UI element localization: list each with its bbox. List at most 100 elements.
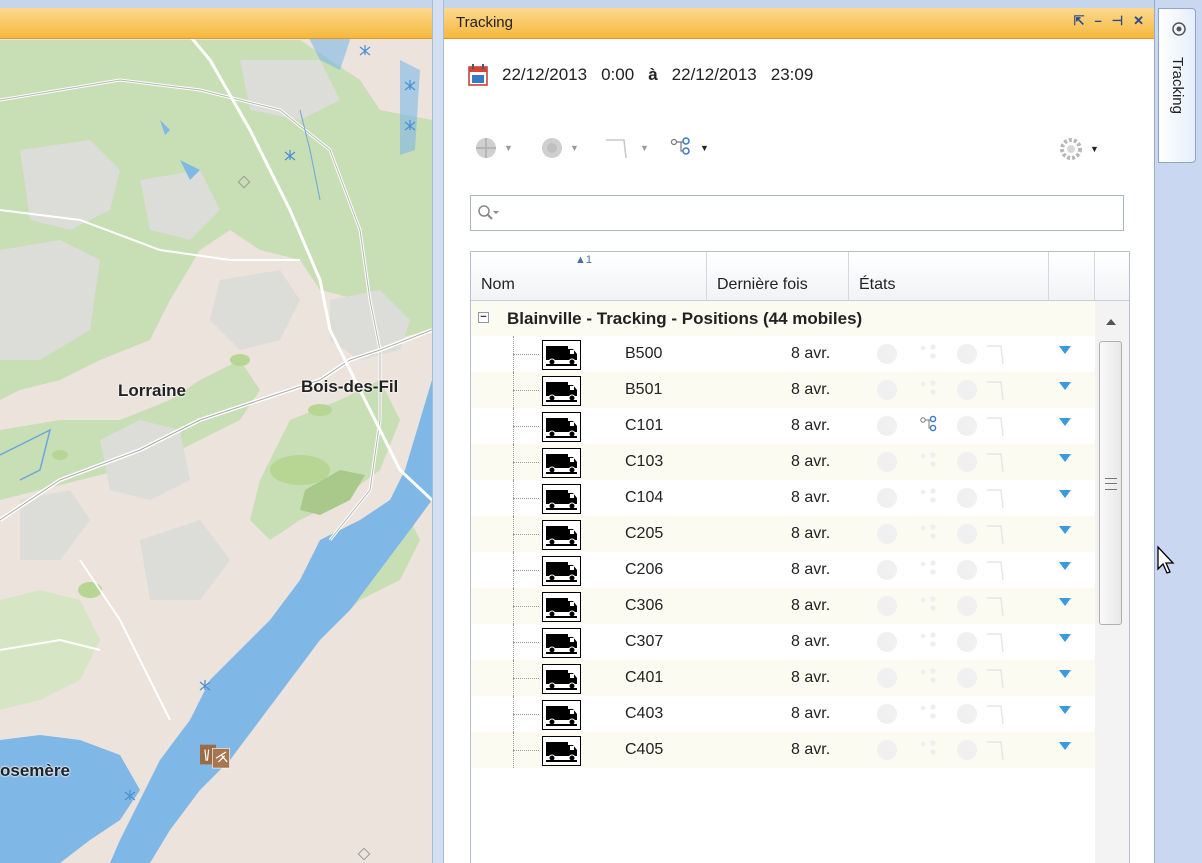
table-row[interactable]: C104 8 avr. <box>471 480 1095 516</box>
state-icons <box>875 594 1035 618</box>
state-icons <box>875 666 1035 690</box>
map-header-bar <box>0 8 432 39</box>
vertical-scrollbar[interactable] <box>1095 301 1129 863</box>
position-filter-button[interactable]: ▼ <box>474 136 513 160</box>
table-row[interactable]: C205 8 avr. <box>471 516 1095 552</box>
truck-icon <box>542 556 581 586</box>
column-header-nom[interactable]: ▲1 Nom <box>471 252 707 300</box>
target-filter-button[interactable]: ▼ <box>540 136 579 160</box>
dock-tab-label: Tracking <box>1169 57 1186 114</box>
tree-line <box>513 606 539 607</box>
right-dock: Tracking <box>1155 0 1202 863</box>
route-filter-button[interactable]: ▼ <box>604 136 649 160</box>
start-time[interactable]: 0:00 <box>601 65 634 85</box>
state-icons <box>875 486 1035 510</box>
mobile-name: C205 <box>625 525 664 542</box>
minimize-icon[interactable]: – <box>1095 13 1102 29</box>
row-menu-chevron-icon[interactable] <box>1059 418 1071 426</box>
scroll-thumb[interactable] <box>1099 341 1122 625</box>
tree-line <box>513 714 539 715</box>
end-date[interactable]: 22/12/2013 <box>672 65 757 85</box>
map-label-lorraine: Lorraine <box>118 381 187 400</box>
tree-line <box>513 642 539 643</box>
row-menu-chevron-icon[interactable] <box>1059 382 1071 390</box>
table-row[interactable]: C306 8 avr. <box>471 588 1095 624</box>
sort-indicator: ▲1 <box>575 254 593 266</box>
table-row[interactable]: C101 8 avr. <box>471 408 1095 444</box>
mobile-name: C405 <box>625 741 664 758</box>
state-icons <box>875 558 1035 582</box>
target-icon <box>542 138 562 158</box>
tree-line <box>513 390 539 391</box>
tree-line <box>513 750 539 751</box>
table-row[interactable]: C206 8 avr. <box>471 552 1095 588</box>
table-row[interactable]: B501 8 avr. <box>471 372 1095 408</box>
tracking-target-icon <box>1172 22 1186 36</box>
map-canvas[interactable] <box>0 0 432 863</box>
table-row[interactable]: C307 8 avr. <box>471 624 1095 660</box>
last-seen: 8 avr. <box>791 381 831 398</box>
date-range: 22/12/2013 0:00 à 22/12/2013 23:09 <box>468 64 813 86</box>
row-menu-chevron-icon[interactable] <box>1059 742 1071 750</box>
undock-icon[interactable]: ⇱ <box>1074 13 1085 29</box>
last-seen: 8 avr. <box>791 741 831 758</box>
map-label-rosemere: osemère <box>0 761 70 780</box>
table-row[interactable]: C401 8 avr. <box>471 660 1095 696</box>
table-row[interactable]: C403 8 avr. <box>471 696 1095 732</box>
panel-splitter[interactable] <box>432 0 444 863</box>
column-header-derniere-fois[interactable]: Dernière fois <box>707 252 849 300</box>
column-header-extra[interactable] <box>1049 252 1095 300</box>
group-row[interactable]: − Blainville - Tracking - Positions (44 … <box>471 301 1095 336</box>
row-menu-chevron-icon[interactable] <box>1059 598 1071 606</box>
row-menu-chevron-icon[interactable] <box>1059 670 1071 678</box>
mobile-name: B500 <box>625 345 663 362</box>
gear-icon <box>1060 138 1082 160</box>
dock-tab-tracking[interactable]: Tracking <box>1158 8 1196 163</box>
truck-icon <box>542 520 581 550</box>
state-icons <box>875 450 1035 474</box>
settings-button[interactable]: ▼ <box>1058 136 1099 162</box>
pin-icon[interactable]: ⊣ <box>1112 13 1123 29</box>
row-menu-chevron-icon[interactable] <box>1059 490 1071 498</box>
search-input[interactable] <box>507 202 1111 226</box>
map-label-bois-des-fil: Bois-des-Fil <box>301 377 399 396</box>
last-seen: 8 avr. <box>791 705 831 722</box>
airport-poi-icon[interactable] <box>200 740 232 774</box>
row-menu-chevron-icon[interactable] <box>1059 706 1071 714</box>
state-icons <box>875 342 1035 366</box>
mobile-name: C403 <box>625 705 664 722</box>
end-time[interactable]: 23:09 <box>771 65 814 85</box>
search-icon <box>478 205 499 220</box>
tree-line <box>513 534 539 535</box>
row-menu-chevron-icon[interactable] <box>1059 454 1071 462</box>
row-menu-chevron-icon[interactable] <box>1059 526 1071 534</box>
panel-titlebar: Tracking ⇱ – ⊣ ✕ <box>444 8 1154 39</box>
last-seen: 8 avr. <box>791 561 831 578</box>
row-menu-chevron-icon[interactable] <box>1059 634 1071 642</box>
state-icons <box>875 630 1035 654</box>
toolbar: ▼ ▼ ▼ ▼ ▼ <box>474 134 1124 170</box>
mobile-name: C101 <box>625 417 664 434</box>
state-icons <box>875 378 1035 402</box>
hierarchy-filter-button[interactable]: ▼ <box>670 136 709 160</box>
scroll-up-icon[interactable] <box>1106 319 1116 325</box>
column-header-etats[interactable]: États <box>849 252 1049 300</box>
start-date[interactable]: 22/12/2013 <box>502 65 587 85</box>
tree-line <box>513 426 539 427</box>
close-icon[interactable]: ✕ <box>1133 13 1144 29</box>
row-menu-chevron-icon[interactable] <box>1059 346 1071 354</box>
row-menu-chevron-icon[interactable] <box>1059 562 1071 570</box>
map-top-strip <box>0 0 432 8</box>
search-box[interactable] <box>470 195 1124 231</box>
tree-line <box>513 498 539 499</box>
table-row[interactable]: C103 8 avr. <box>471 444 1095 480</box>
calendar-icon[interactable] <box>468 64 488 86</box>
mobile-name: C206 <box>625 561 664 578</box>
table-row[interactable]: C405 8 avr. <box>471 732 1095 768</box>
table-row[interactable]: B500 8 avr. <box>471 336 1095 372</box>
collapse-toggle-icon[interactable]: − <box>478 312 489 323</box>
truck-icon <box>542 376 581 406</box>
map-view[interactable]: Lorraine Bois-des-Fil osemère <box>0 0 432 863</box>
chevron-down-icon: ▼ <box>640 143 649 153</box>
truck-icon <box>542 484 581 514</box>
